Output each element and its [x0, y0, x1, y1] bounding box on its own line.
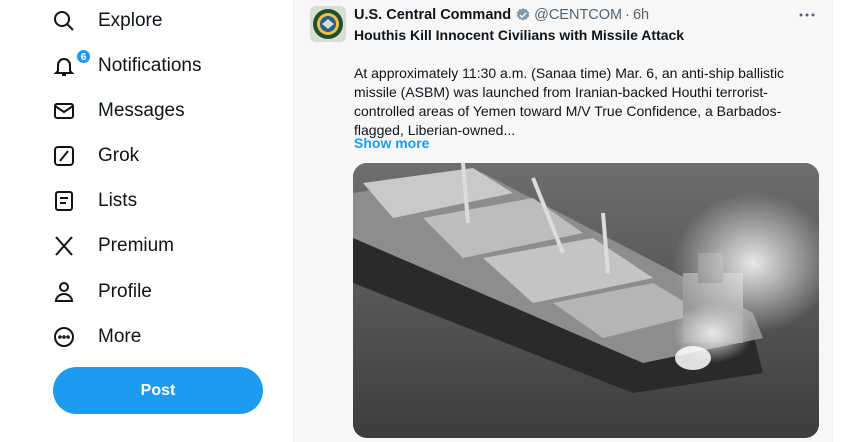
tweet-timestamp[interactable]: 6h: [633, 7, 649, 23]
sidebar-item-label: Messages: [98, 100, 185, 121]
timeline-feed: U.S. Central Command @CENTCOM · 6h Houth…: [293, 0, 833, 442]
sidebar-item-label: Lists: [98, 190, 138, 211]
envelope-icon: [52, 98, 98, 124]
sidebar-item-label: Premium: [98, 235, 175, 256]
sidebar-item-messages[interactable]: Messages: [52, 91, 185, 131]
sidebar-item-more[interactable]: More: [52, 317, 141, 357]
tweet-text: At approximately 11:30 a.m. (Sanaa time)…: [354, 65, 785, 138]
sidebar-item-lists[interactable]: Lists: [52, 181, 137, 221]
grok-icon: [52, 143, 98, 169]
tweet-header: U.S. Central Command @CENTCOM · 6h: [354, 6, 649, 24]
author-name[interactable]: U.S. Central Command: [354, 7, 511, 23]
tweet-media-image[interactable]: [353, 163, 819, 438]
separator-dot: ·: [625, 7, 630, 23]
search-icon: [52, 8, 98, 34]
more-circle-icon: [52, 324, 98, 350]
bell-icon: 6: [52, 49, 98, 79]
ship-photo-icon: [353, 163, 819, 438]
show-more-link[interactable]: Show more: [354, 135, 429, 151]
sidebar-item-label: Profile: [98, 281, 152, 302]
list-icon: [52, 188, 98, 214]
avatar[interactable]: [310, 6, 346, 42]
person-icon: [52, 279, 98, 305]
author-handle[interactable]: @CENTCOM: [534, 7, 622, 23]
sidebar-item-label: Grok: [98, 145, 140, 166]
right-column-edge: [833, 0, 853, 442]
sidebar-nav: Explore 6 Notifications Messages Grok Li…: [0, 0, 293, 442]
sidebar-item-label: Notifications: [98, 55, 202, 76]
x-logo-icon: [52, 233, 98, 259]
notification-count-badge: 6: [76, 49, 91, 64]
sidebar-item-grok[interactable]: Grok: [52, 136, 139, 176]
sidebar-item-notifications[interactable]: 6 Notifications: [52, 46, 202, 86]
sidebar-item-label: Explore: [98, 10, 163, 31]
tweet-title: Houthis Kill Innocent Civilians with Mis…: [354, 27, 685, 43]
sidebar-item-profile[interactable]: Profile: [52, 272, 152, 312]
post-button[interactable]: Post: [53, 367, 263, 414]
sidebar-item-explore[interactable]: Explore: [52, 1, 162, 41]
verified-badge-icon: [516, 8, 530, 21]
more-options-icon[interactable]: [796, 8, 818, 22]
sidebar-item-premium[interactable]: Premium: [52, 226, 174, 266]
sidebar-item-label: More: [98, 326, 142, 347]
